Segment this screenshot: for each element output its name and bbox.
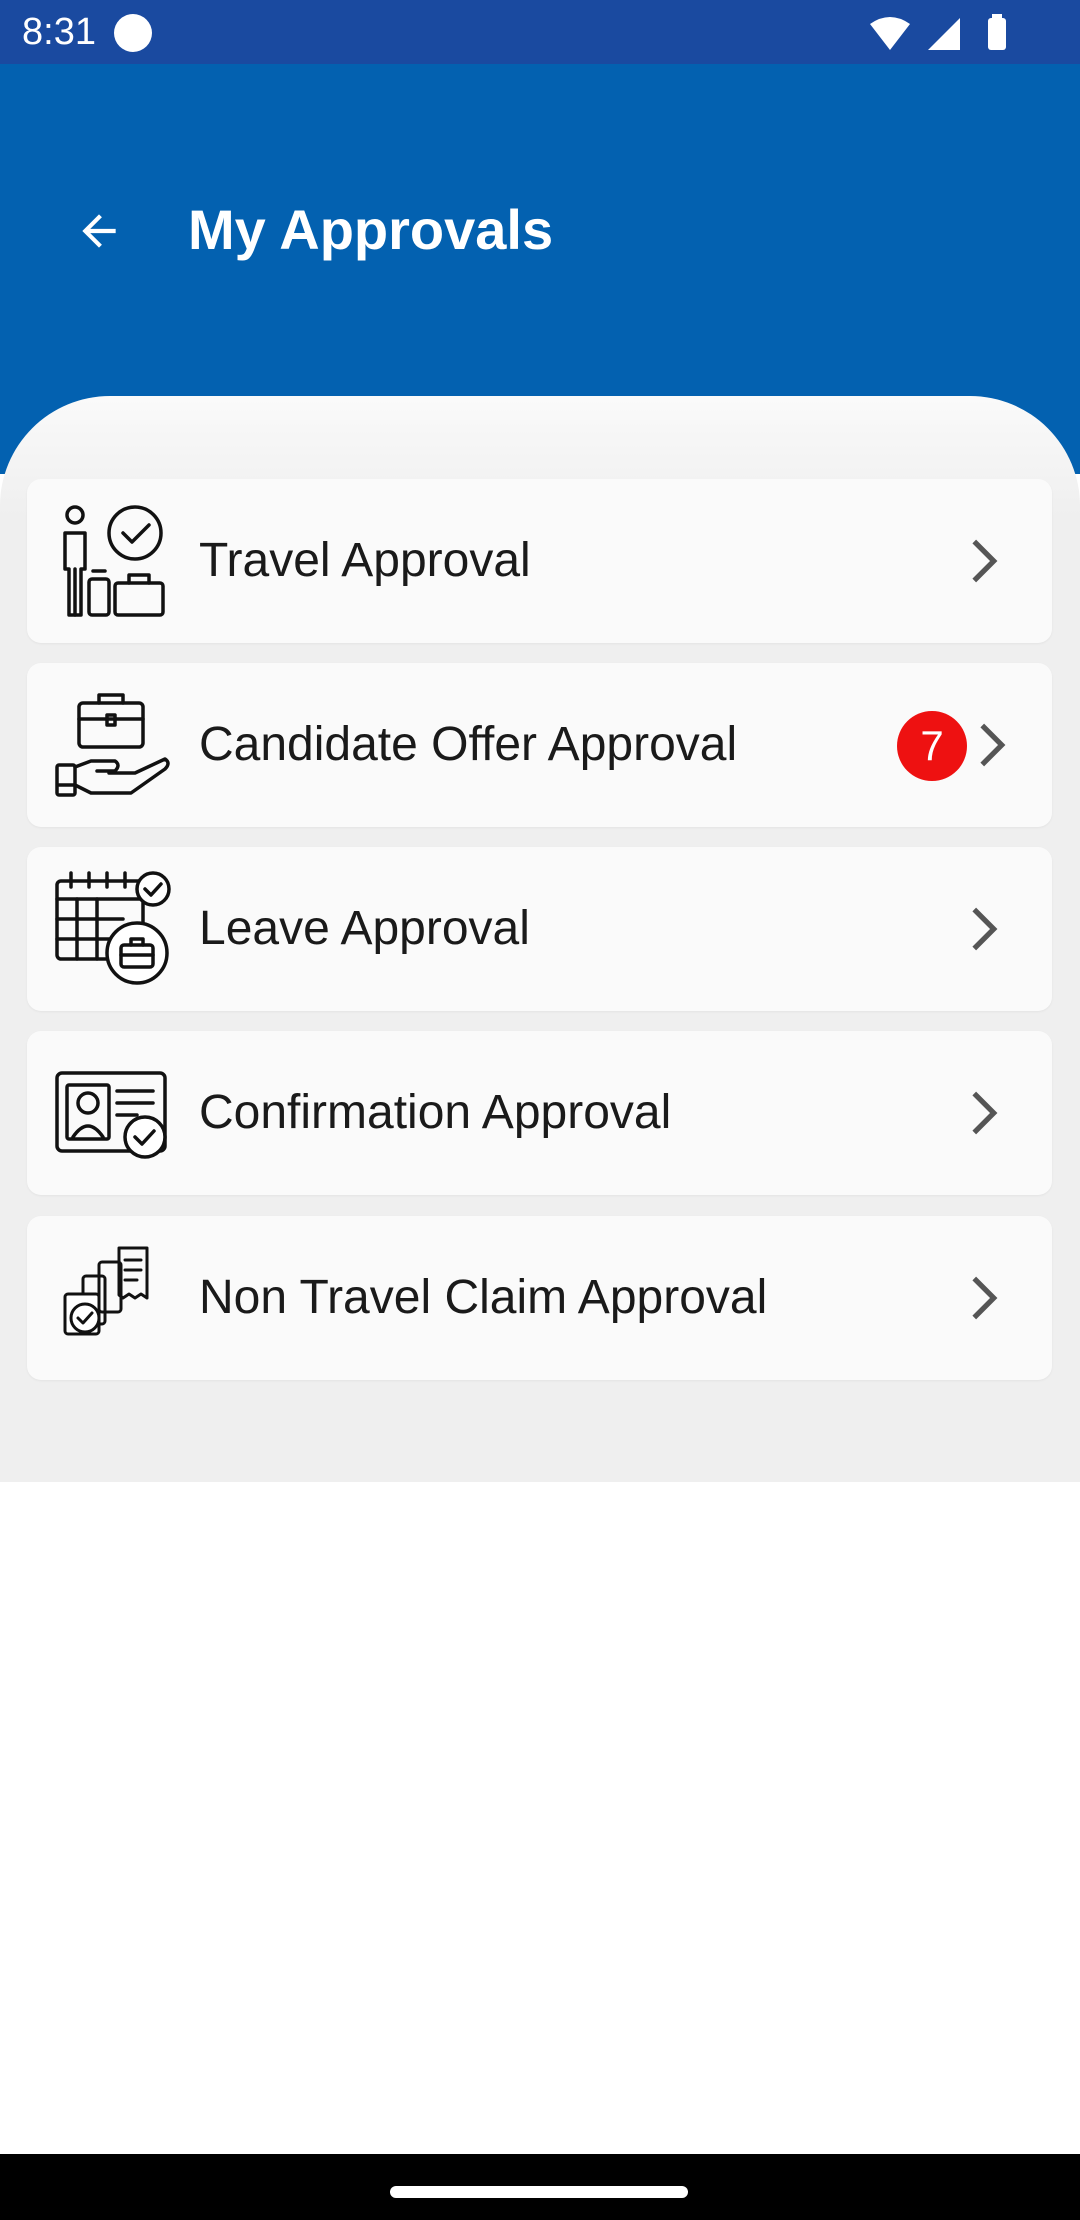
candidate-offer-approval-item[interactable]: Candidate Offer Approval 7 [27, 663, 1052, 827]
pending-count-badge: 7 [897, 711, 967, 781]
confirmation-approval-icon [55, 1071, 167, 1159]
chevron-right-icon [972, 539, 998, 583]
wifi-icon [870, 17, 910, 50]
leave-approval-item[interactable]: Leave Approval [27, 847, 1052, 1011]
page-title: My Approvals [188, 198, 554, 261]
claim-approval-icon [63, 1246, 149, 1336]
status-icons [870, 14, 1006, 50]
travel-approval-item[interactable]: Travel Approval [27, 479, 1052, 643]
battery-icon [988, 18, 1006, 50]
chevron-right-icon [972, 1091, 998, 1135]
chevron-right-icon [980, 723, 1006, 767]
chevron-right-icon [972, 907, 998, 951]
approval-label: Candidate Offer Approval [199, 718, 738, 771]
status-bar: 8:31 [0, 0, 1080, 64]
leave-approval-icon [55, 871, 171, 985]
travel-approval-icon [63, 505, 165, 617]
non-travel-claim-approval-item[interactable]: Non Travel Claim Approval [27, 1216, 1052, 1380]
approval-label: Non Travel Claim Approval [199, 1271, 768, 1324]
candidate-offer-icon [55, 693, 170, 797]
confirmation-approval-item[interactable]: Confirmation Approval [27, 1031, 1052, 1195]
notification-dot-icon [114, 14, 152, 52]
approval-label: Confirmation Approval [199, 1086, 672, 1139]
back-arrow-icon [82, 214, 116, 248]
back-button[interactable] [62, 194, 136, 268]
home-handle[interactable] [390, 2186, 688, 2198]
approval-label: Leave Approval [199, 902, 530, 955]
status-time: 8:31 [22, 11, 96, 53]
signal-icon [928, 18, 960, 50]
approval-label: Travel Approval [199, 534, 531, 587]
chevron-right-icon [972, 1276, 998, 1320]
